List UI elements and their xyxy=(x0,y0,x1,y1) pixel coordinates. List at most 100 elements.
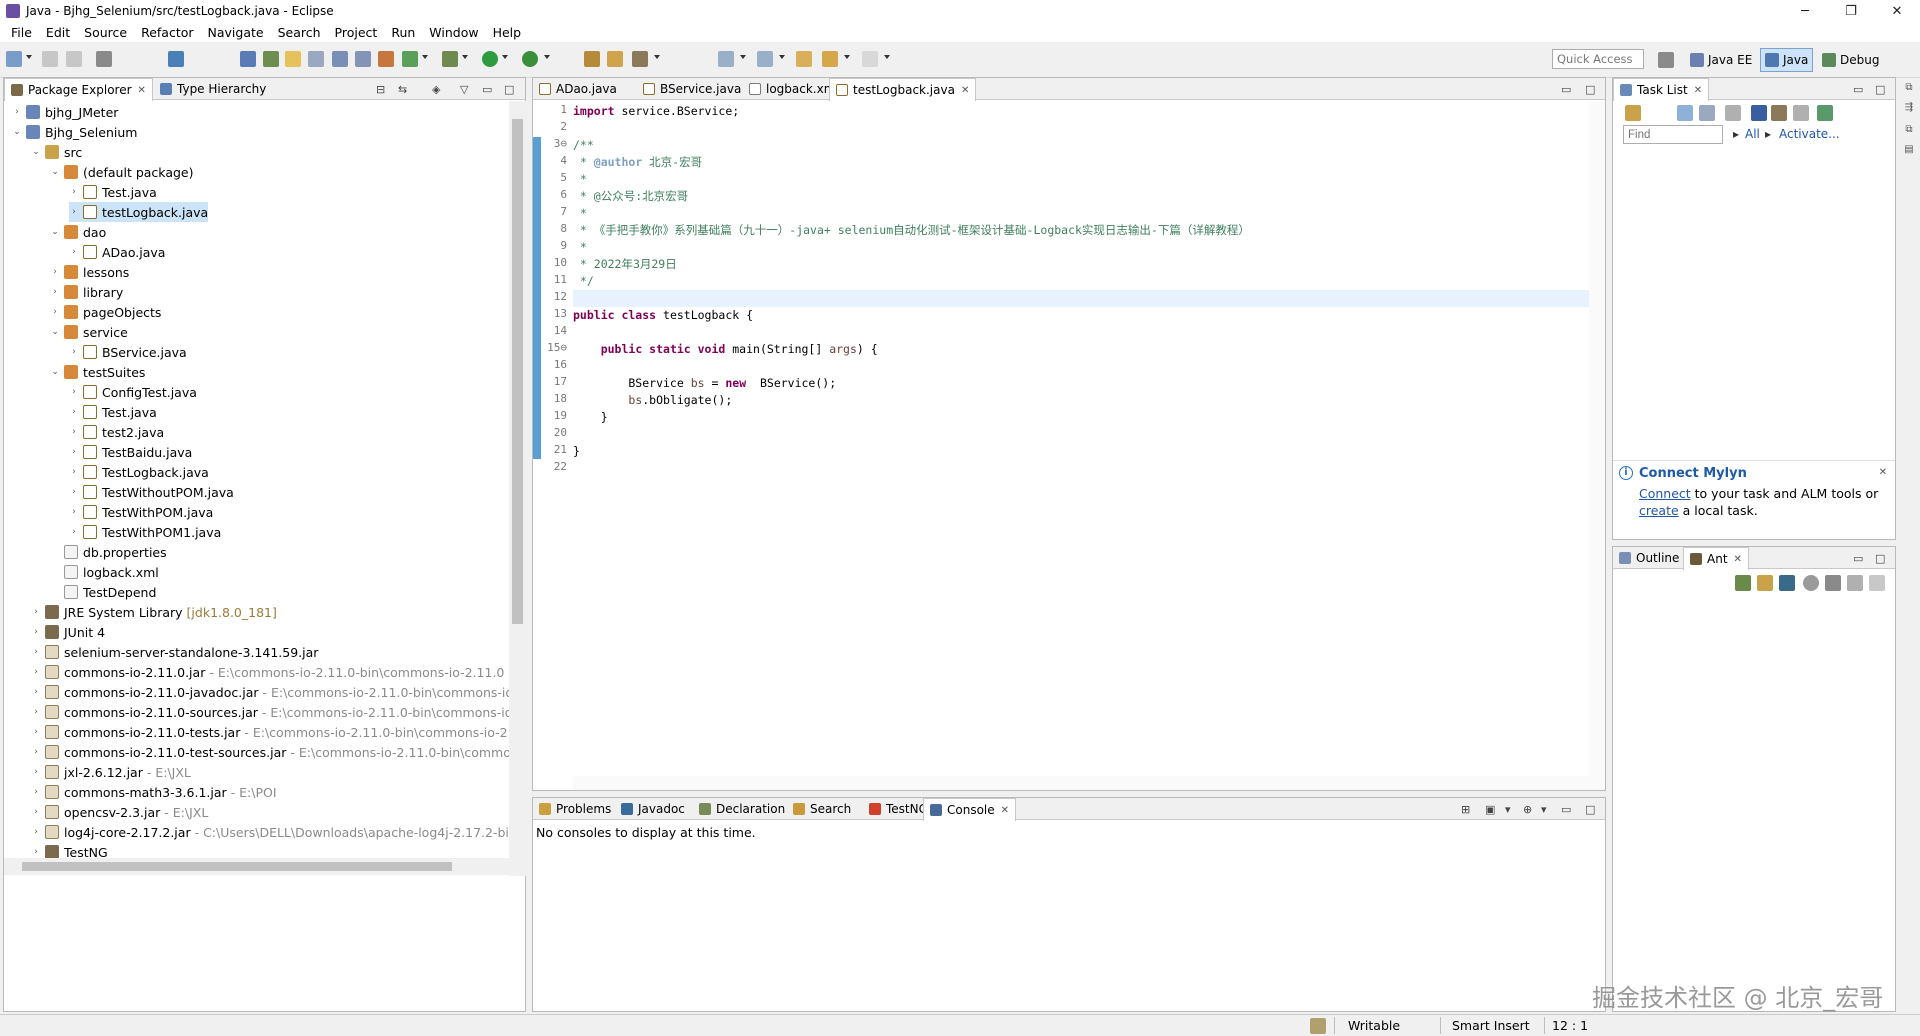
tree-item[interactable]: › jxl-2.6.12.jar - E:\JXL xyxy=(31,762,191,782)
maximize-view-icon[interactable]: □ xyxy=(504,83,514,96)
chevron-right-icon[interactable]: › xyxy=(50,287,60,297)
close-icon[interactable]: ✕ xyxy=(1734,554,1742,565)
code-line[interactable]: * xyxy=(573,171,587,188)
tree-item[interactable]: › Test.java xyxy=(69,182,157,202)
tree-item[interactable]: › pageObjects xyxy=(50,302,161,322)
tab-ant[interactable]: Ant ✕ xyxy=(1683,547,1749,570)
run-icon[interactable] xyxy=(482,51,498,67)
minimize-view-icon[interactable]: ▭ xyxy=(1561,803,1571,816)
code-line[interactable]: * 2022年3月29日 xyxy=(573,256,677,273)
bottom-tab[interactable]: Search xyxy=(787,798,857,820)
chevron-right-icon[interactable]: › xyxy=(69,387,79,397)
next-annotation-dropdown-icon[interactable] xyxy=(740,55,746,59)
search-dropdown-icon[interactable] xyxy=(654,55,660,59)
save-all-icon[interactable] xyxy=(66,51,82,67)
tree-item[interactable]: logback.xml xyxy=(50,562,159,582)
code-line[interactable]: bs.bObligate(); xyxy=(573,392,732,409)
prev-annotation-icon[interactable] xyxy=(757,51,773,67)
chevron-right-icon[interactable]: › xyxy=(69,527,79,537)
open-perspective-icon[interactable] xyxy=(1658,52,1674,68)
word-wrap-icon[interactable] xyxy=(308,51,324,67)
tree-item[interactable]: db.properties xyxy=(50,542,167,562)
run-dropdown-icon[interactable] xyxy=(502,55,508,59)
mark-occurrences-icon[interactable] xyxy=(285,51,301,67)
chevron-right-icon[interactable]: › xyxy=(69,447,79,457)
tree-item[interactable]: › TestBaidu.java xyxy=(69,442,192,462)
chevron-right-icon[interactable]: › xyxy=(69,407,79,417)
tree-item[interactable]: ⌄ (default package) xyxy=(50,162,193,182)
minimize-button[interactable]: ─ xyxy=(1782,0,1828,22)
quick-access-input[interactable]: Quick Access xyxy=(1552,49,1644,69)
code-line[interactable]: public static void main(String[] args) { xyxy=(573,341,878,358)
chevron-right-icon[interactable]: › xyxy=(31,607,41,617)
show-whitespace-icon[interactable] xyxy=(355,51,371,67)
tree-item[interactable]: › commons-io-2.11.0.jar - E:\commons-io-2.… xyxy=(31,662,504,682)
chevron-right-icon[interactable]: › xyxy=(31,627,41,637)
close-button[interactable]: ✕ xyxy=(1874,0,1920,22)
chevron-right-icon[interactable]: › xyxy=(31,667,41,677)
display-console-icon[interactable]: ▣ xyxy=(1485,803,1495,816)
tree-item[interactable]: › commons-math3-3.6.1.jar - E:\POI xyxy=(31,782,276,802)
tab-type-hierarchy[interactable]: Type Hierarchy xyxy=(154,78,272,100)
code-line[interactable]: * xyxy=(573,239,587,256)
menu-search[interactable]: Search xyxy=(271,25,328,40)
all-dropdown-arrow[interactable]: ▸ xyxy=(1733,127,1739,141)
code-editor[interactable]: 1 2 3⊖ 4 5 6 7 8 9 10 11 12 13 14 15⊖ 16 17 18 19 20 21 22 im… xyxy=(533,101,1605,790)
chevron-down-icon[interactable]: ⌄ xyxy=(50,327,60,337)
back-dropdown-icon[interactable] xyxy=(844,55,850,59)
add-buildfiles-search-icon[interactable] xyxy=(1757,575,1773,591)
chevron-right-icon[interactable]: › xyxy=(31,827,41,837)
chevron-down-icon[interactable]: ⌄ xyxy=(50,367,60,377)
close-icon[interactable]: ✕ xyxy=(1694,85,1702,96)
chevron-right-icon[interactable]: › xyxy=(69,347,79,357)
maximize-view-icon[interactable]: □ xyxy=(1875,83,1885,96)
maximize-view-icon[interactable]: □ xyxy=(1875,552,1885,565)
tree-item[interactable]: › bjhg_JMeter xyxy=(12,102,118,122)
chevron-right-icon[interactable]: › xyxy=(31,707,41,717)
tree-item[interactable]: › opencsv-2.3.jar - E:\JXL xyxy=(31,802,208,822)
editor-horizontal-scrollbar[interactable] xyxy=(573,776,1589,790)
bottom-tab[interactable]: Problems xyxy=(533,798,617,820)
menu-source[interactable]: Source xyxy=(77,25,134,40)
scheduled-icon[interactable] xyxy=(1699,105,1715,121)
sync-icon[interactable] xyxy=(1817,105,1833,121)
tree-item[interactable]: ⌄ Bjhg_Selenium xyxy=(12,122,137,142)
minimize-view-icon[interactable]: ▭ xyxy=(482,83,492,96)
chevron-down-icon[interactable]: ⌄ xyxy=(12,127,22,137)
status-icon[interactable] xyxy=(1310,1018,1326,1034)
chevron-right-icon[interactable]: › xyxy=(69,247,79,257)
code-line[interactable]: * @author 北京-宏哥 xyxy=(573,154,702,171)
coverage-icon[interactable] xyxy=(402,51,418,67)
back-icon[interactable] xyxy=(822,51,838,67)
tree-item[interactable]: › commons-io-2.11.0-test-sources.jar - E:\… xyxy=(31,742,509,762)
menu-file[interactable]: File xyxy=(4,25,39,40)
menu-refactor[interactable]: Refactor xyxy=(134,25,200,40)
forward-dropdown-icon[interactable] xyxy=(884,55,890,59)
tree-item[interactable]: TestDepend xyxy=(50,582,156,602)
chevron-down-icon[interactable]: ⌄ xyxy=(50,167,60,177)
close-icon[interactable]: ✕ xyxy=(961,85,969,96)
pin-console-icon[interactable]: ⊞ xyxy=(1461,803,1470,816)
new-dropdown-icon[interactable] xyxy=(26,55,32,59)
prev-annotation-dropdown-icon[interactable] xyxy=(779,55,785,59)
tree-item[interactable]: › commons-io-2.11.0-sources.jar - E:\commo… xyxy=(31,702,509,722)
forward-icon[interactable] xyxy=(862,51,878,67)
minimize-view-icon[interactable]: ▭ xyxy=(1561,83,1571,96)
tree-item[interactable]: › test2.java xyxy=(69,422,164,442)
maximize-view-icon[interactable]: □ xyxy=(1585,83,1595,96)
code-line[interactable]: * @公众号:北京宏哥 xyxy=(573,188,688,205)
remove-all-icon[interactable] xyxy=(1847,575,1863,591)
code-line[interactable]: * xyxy=(573,205,587,222)
open-console-dropdown-icon[interactable]: ▾ xyxy=(1541,803,1547,816)
chevron-right-icon[interactable]: › xyxy=(31,727,41,737)
link-with-editor-icon[interactable]: ⇆ xyxy=(398,83,407,96)
hide-internal-targets-icon[interactable] xyxy=(1779,575,1795,591)
minimize-view-icon[interactable]: ▭ xyxy=(1853,83,1863,96)
outline-icon[interactable]: ▤ xyxy=(1902,144,1916,158)
tree-item[interactable]: › commons-io-2.11.0-tests.jar - E:\commons… xyxy=(31,722,509,742)
perspective-java[interactable]: Java xyxy=(1760,48,1814,72)
skip-breakpoints-icon[interactable] xyxy=(240,51,256,67)
chevron-right-icon[interactable]: › xyxy=(50,307,60,317)
chevron-right-icon[interactable]: › xyxy=(31,807,41,817)
code-line[interactable]: import service.BService; xyxy=(573,103,739,120)
